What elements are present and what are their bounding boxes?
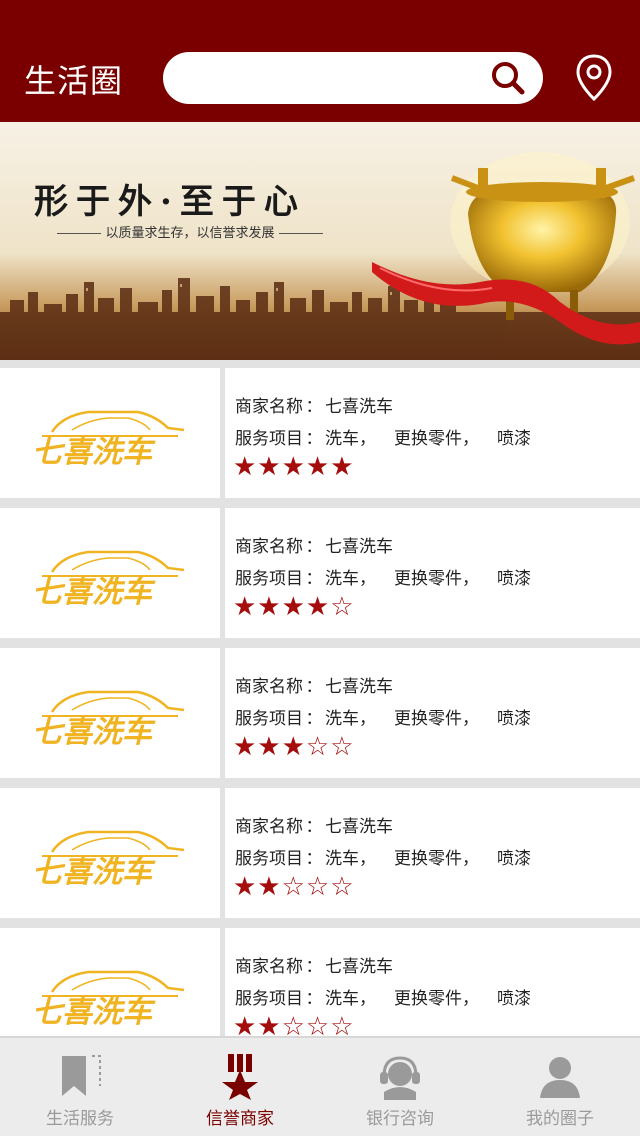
bottom-tab-bar: 生活服务 信誉商家 银行咨询 我的圈子 [0,1036,640,1136]
person-icon [540,1057,580,1098]
service-label: 服务项目 [235,709,303,729]
merchant-name: 七喜洗车 [325,537,393,557]
merchant-name-label: 商家名称 [235,677,303,697]
tab-label: 信誉商家 [206,1109,274,1129]
merchant-name-row: 商家名称：七喜洗车 [235,952,411,977]
service-item: 更换零件， [394,989,479,1009]
colon: ： [305,709,323,729]
star-rating: ★★★☆☆ [233,732,355,762]
merchant-name: 七喜洗车 [325,817,393,837]
merchant-info: 商家名称：七喜洗车 服务项目：洗车， 更换零件， 喷漆 ★★★★☆ [225,508,640,638]
merchant-name-label: 商家名称 [235,817,303,837]
tab-life-services[interactable]: 生活服务 [0,1038,160,1136]
banner-slogan: 形于外·至于心 [34,182,306,222]
merchant-name-label: 商家名称 [235,537,303,557]
service-item: 喷漆 [497,709,531,729]
medal-icon [222,1054,258,1100]
merchant-services-row: 服务项目：洗车， 更换零件， 喷漆 [235,704,549,729]
service-label: 服务项目 [235,849,303,869]
merchant-logo: 七喜洗车 [0,508,220,638]
search-input[interactable] [185,60,475,96]
search-icon[interactable] [489,60,529,96]
merchant-name-label: 商家名称 [235,957,303,977]
service-label: 服务项目 [235,989,303,1009]
top-bar: 生活圈 [0,0,640,122]
tab-label: 生活服务 [46,1109,114,1129]
service-item: 更换零件， [394,569,479,589]
merchant-name-label: 商家名称 [235,397,303,417]
colon: ： [305,817,323,837]
car-wash-logo: 七喜洗车 [32,550,185,608]
service-item: 更换零件， [394,429,479,449]
tab-label: 我的圈子 [526,1109,594,1129]
merchant-info: 商家名称：七喜洗车 服务项目：洗车， 更换零件， 喷漆 ★★☆☆☆ [225,788,640,918]
colon: ： [305,569,323,589]
merchant-services-row: 服务项目：洗车， 更换零件， 喷漆 [235,424,549,449]
bookmark-icon [62,1055,101,1096]
service-item: 洗车， [325,709,376,729]
merchant-item[interactable]: 七喜洗车 商家名称：七喜洗车 服务项目：洗车， 更换零件， 喷漆 ★★★★☆ [0,508,640,638]
logo-text: 七喜洗车 [32,435,156,468]
star-rating: ★★★★☆ [233,592,355,622]
merchant-logo: 七喜洗车 [0,368,220,498]
service-item: 洗车， [325,569,376,589]
merchant-name-row: 商家名称：七喜洗车 [235,532,411,557]
service-label: 服务项目 [235,569,303,589]
page-title: 生活圈 [24,62,124,100]
merchant-name-row: 商家名称：七喜洗车 [235,812,411,837]
car-wash-logo: 七喜洗车 [32,830,185,888]
colon: ： [305,989,323,1009]
service-item: 洗车， [325,429,376,449]
colon: ： [305,957,323,977]
colon: ： [305,397,323,417]
merchant-services-row: 服务项目：洗车， 更换零件， 喷漆 [235,844,549,869]
merchant-name: 七喜洗车 [325,957,393,977]
tab-bank-consulting[interactable]: 银行咨询 [320,1038,480,1136]
location-pin-icon[interactable] [574,53,614,103]
service-item: 更换零件， [394,709,479,729]
logo-text: 七喜洗车 [32,715,156,748]
colon: ： [305,849,323,869]
service-label: 服务项目 [235,429,303,449]
merchant-logo: 七喜洗车 [0,788,220,918]
merchant-name-row: 商家名称：七喜洗车 [235,672,411,697]
banner-subslogan: 以质量求生存，以信誉求发展 [40,222,340,241]
service-item: 更换零件， [394,849,479,869]
merchant-services-row: 服务项目：洗车， 更换零件， 喷漆 [235,564,549,589]
logo-text: 七喜洗车 [32,575,156,608]
logo-text: 七喜洗车 [32,995,156,1028]
merchant-name: 七喜洗车 [325,677,393,697]
service-item: 喷漆 [497,569,531,589]
merchant-item[interactable]: 七喜洗车 商家名称：七喜洗车 服务项目：洗车， 更换零件， 喷漆 ★★★☆☆ [0,648,640,778]
service-item: 洗车， [325,989,376,1009]
star-rating: ★★★★★ [233,452,355,482]
merchant-name-row: 商家名称：七喜洗车 [235,392,411,417]
tab-my-circle[interactable]: 我的圈子 [480,1038,640,1136]
merchant-services-row: 服务项目：洗车， 更换零件， 喷漆 [235,984,549,1009]
colon: ： [305,429,323,449]
car-wash-logo: 七喜洗车 [32,970,185,1028]
headset-icon [380,1056,420,1100]
search-bar[interactable] [163,52,543,104]
tab-label: 银行咨询 [366,1109,434,1129]
merchant-info: 商家名称：七喜洗车 服务项目：洗车， 更换零件， 喷漆 ★★★★★ [225,368,640,498]
car-wash-logo: 七喜洗车 [32,410,185,468]
service-item: 喷漆 [497,429,531,449]
promo-banner[interactable]: 形于外·至于心 以质量求生存，以信誉求发展 [0,122,640,360]
merchant-logo: 七喜洗车 [0,648,220,778]
service-item: 喷漆 [497,849,531,869]
car-wash-logo: 七喜洗车 [32,690,185,748]
merchant-item[interactable]: 七喜洗车 商家名称：七喜洗车 服务项目：洗车， 更换零件， 喷漆 ★★☆☆☆ [0,788,640,918]
colon: ： [305,677,323,697]
banner-artwork [0,152,640,360]
merchant-info: 商家名称：七喜洗车 服务项目：洗车， 更换零件， 喷漆 ★★★☆☆ [225,648,640,778]
merchant-item[interactable]: 七喜洗车 商家名称：七喜洗车 服务项目：洗车， 更换零件， 喷漆 ★★★★★ [0,368,640,498]
star-rating: ★★☆☆☆ [233,872,355,902]
service-item: 洗车， [325,849,376,869]
tab-trusted-merchants[interactable]: 信誉商家 [160,1038,320,1136]
colon: ： [305,537,323,557]
logo-text: 七喜洗车 [32,855,156,888]
service-item: 喷漆 [497,989,531,1009]
merchant-name: 七喜洗车 [325,397,393,417]
